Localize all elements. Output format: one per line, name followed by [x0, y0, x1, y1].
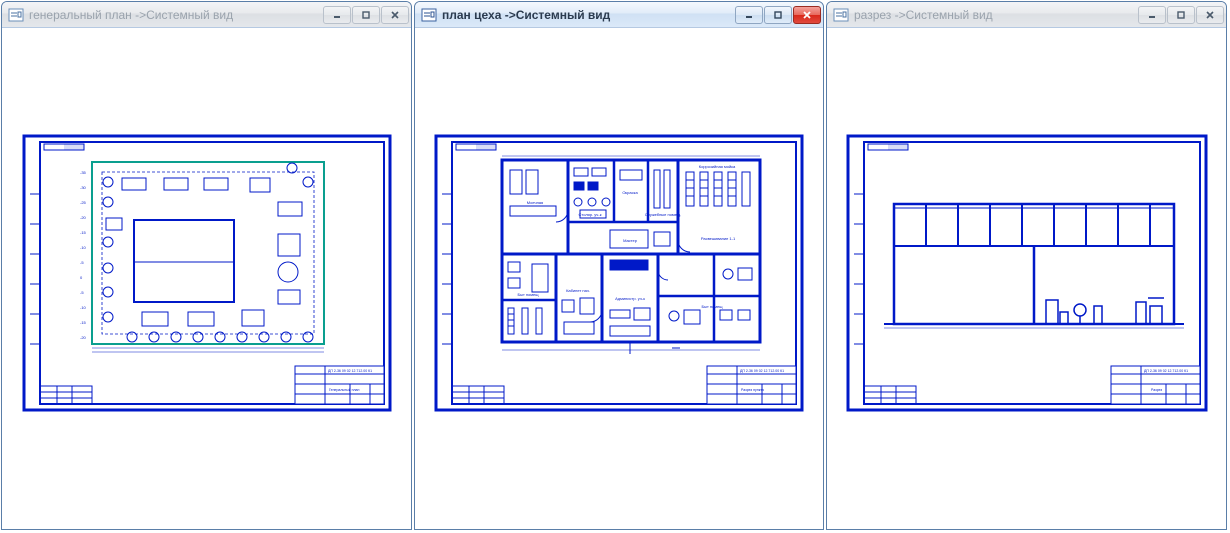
- room-label: Расвешивание 1-1: [701, 236, 736, 241]
- room-label: Мастер: [623, 238, 638, 243]
- doc-code: ДП 2-36 09 02 12.712.00 К1: [328, 369, 372, 373]
- maximize-icon: [361, 10, 371, 20]
- svg-text:-15: -15: [80, 320, 87, 325]
- room-label: Администр. уч-к: [615, 296, 645, 301]
- room-label: Кабинет нач.: [566, 288, 590, 293]
- room-label: Окраска: [622, 190, 638, 195]
- svg-text:-15: -15: [80, 230, 87, 235]
- room-label: Коррозийная мойка: [699, 164, 736, 169]
- room-label: Столяр. уч-к: [579, 212, 602, 217]
- maximize-button[interactable]: [352, 6, 380, 24]
- title-block-label: Генеральный план: [329, 388, 360, 392]
- titlebar[interactable]: генеральный план ->Системный вид: [2, 2, 411, 28]
- close-button[interactable]: [793, 6, 821, 24]
- window-title: план цеха ->Системный вид: [442, 8, 735, 22]
- app-icon: [8, 7, 24, 23]
- doc-code: ДП 2-36 09 02 12.712.00 К1: [1144, 369, 1188, 373]
- window-general-plan: генеральный план ->Системный вид: [1, 1, 412, 530]
- window-controls: [1138, 6, 1224, 24]
- doc-code: ДП 2-36 09 02 12.712.00 К1: [740, 369, 784, 373]
- maximize-button[interactable]: [1167, 6, 1195, 24]
- room-label: Быт помещ: [701, 304, 723, 309]
- close-button[interactable]: [1196, 6, 1224, 24]
- drawing-viewport[interactable]: Моечная Столяр. уч-к Окраска Служебные п…: [415, 28, 823, 529]
- drawing-sheet-workshop-plan: Моечная Столяр. уч-к Окраска Служебные п…: [434, 134, 804, 412]
- minimize-button[interactable]: [1138, 6, 1166, 24]
- maximize-button[interactable]: [764, 6, 792, 24]
- svg-text:-20: -20: [80, 335, 87, 340]
- window-title: генеральный план ->Системный вид: [29, 8, 323, 22]
- window-section: разрез ->Системный вид: [826, 1, 1227, 530]
- maximize-icon: [1176, 10, 1186, 20]
- titlebar[interactable]: разрез ->Системный вид: [827, 2, 1226, 28]
- svg-text:-10: -10: [80, 305, 87, 310]
- close-icon: [1205, 10, 1215, 20]
- maximize-icon: [773, 10, 783, 20]
- title-block-label: Разрез: [1151, 388, 1163, 392]
- close-icon: [390, 10, 400, 20]
- close-icon: [802, 10, 812, 20]
- minimize-icon: [332, 10, 342, 20]
- title-block-label: Разрез пункта: [741, 388, 764, 392]
- minimize-icon: [744, 10, 754, 20]
- window-controls: [323, 6, 409, 24]
- svg-text:-35: -35: [80, 170, 87, 175]
- titlebar[interactable]: план цеха ->Системный вид: [415, 2, 823, 28]
- close-button[interactable]: [381, 6, 409, 24]
- app-icon: [421, 7, 437, 23]
- window-workshop-plan: план цеха ->Системный вид: [414, 1, 824, 530]
- drawing-sheet-section: ДП 2-36 09 02 12.712.00 К1 Разрез: [846, 134, 1208, 412]
- svg-text:-30: -30: [80, 185, 87, 190]
- minimize-button[interactable]: [735, 6, 763, 24]
- window-controls: [735, 6, 821, 24]
- window-title: разрез ->Системный вид: [854, 8, 1138, 22]
- app-icon: [833, 7, 849, 23]
- room-label: Быт помещ: [517, 292, 539, 297]
- svg-text:-10: -10: [80, 245, 87, 250]
- room-label: Служебные помещ.: [645, 212, 682, 217]
- drawing-viewport[interactable]: -35-30-25 -20-15-10 -50-5 -10-15-20 ДП 2…: [2, 28, 411, 529]
- svg-text:-20: -20: [80, 215, 87, 220]
- room-label: Моечная: [527, 200, 543, 205]
- minimize-icon: [1147, 10, 1157, 20]
- svg-text:-25: -25: [80, 200, 87, 205]
- minimize-button[interactable]: [323, 6, 351, 24]
- drawing-sheet-general-plan: -35-30-25 -20-15-10 -50-5 -10-15-20 ДП 2…: [22, 134, 392, 412]
- drawing-viewport[interactable]: ДП 2-36 09 02 12.712.00 К1 Разрез: [827, 28, 1226, 529]
